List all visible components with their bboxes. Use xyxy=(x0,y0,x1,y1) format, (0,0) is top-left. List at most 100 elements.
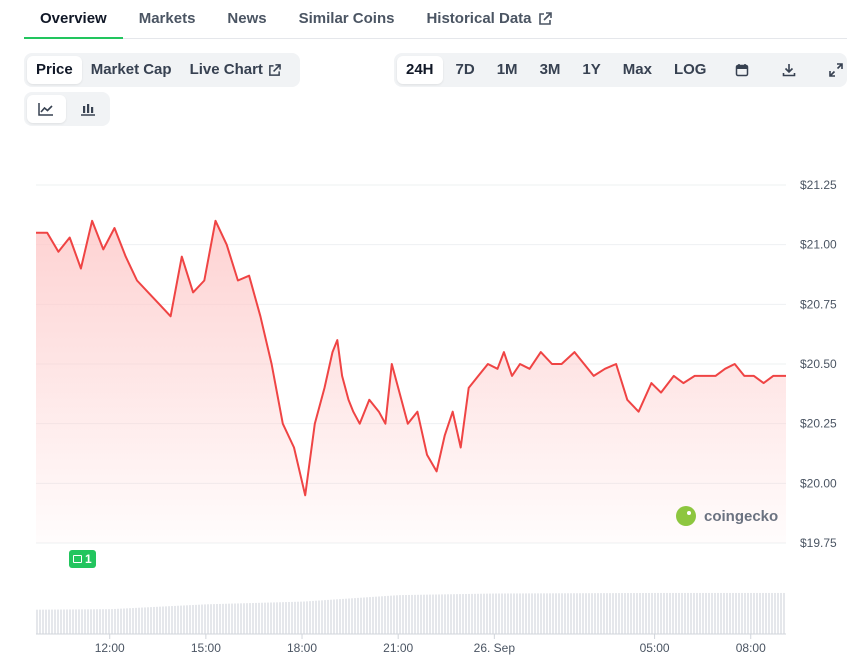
volume-bar xyxy=(576,593,578,634)
tab-historical-data[interactable]: Historical Data xyxy=(410,0,567,38)
volume-bar xyxy=(648,592,650,634)
price-button[interactable]: Price xyxy=(27,56,82,84)
volume-bar xyxy=(696,592,698,634)
volume-bar xyxy=(144,607,146,634)
event-badge[interactable]: 1 xyxy=(69,550,96,568)
volume-bar xyxy=(231,603,233,634)
volume-bar xyxy=(495,593,497,634)
candlestick-button[interactable] xyxy=(69,95,108,123)
volume-bar xyxy=(39,609,41,634)
tab-news[interactable]: News xyxy=(211,0,282,38)
volume-bar xyxy=(303,601,305,634)
volume-bar xyxy=(396,595,398,634)
volume-bar xyxy=(309,601,311,634)
volume-bar xyxy=(486,593,488,634)
log-scale-button[interactable]: LOG xyxy=(665,56,716,84)
tab-similar-coins[interactable]: Similar Coins xyxy=(283,0,411,38)
download-button[interactable] xyxy=(768,56,805,84)
volume-bar xyxy=(750,592,752,634)
range-1m-button[interactable]: 1M xyxy=(488,56,527,84)
y-tick-label: $21.00 xyxy=(800,238,837,252)
volume-bar xyxy=(702,592,704,634)
volume-bar xyxy=(663,592,665,634)
volume-bar xyxy=(357,597,359,634)
volume-bar xyxy=(279,602,281,634)
range-selector: 24H 7D 1M 3M 1Y Max LOG xyxy=(394,53,847,87)
volume-bar xyxy=(234,603,236,634)
range-24h-button[interactable]: 24H xyxy=(397,56,443,84)
volume-bar xyxy=(333,599,335,634)
volume-bar xyxy=(294,601,296,634)
volume-bar xyxy=(693,592,695,634)
x-tick-label: 05:00 xyxy=(640,641,670,655)
tab-overview[interactable]: Overview xyxy=(24,0,123,39)
volume-bar xyxy=(540,593,542,634)
volume-bar xyxy=(315,600,317,634)
volume-bar xyxy=(768,592,770,634)
volume-bar xyxy=(705,592,707,634)
line-chart-button[interactable] xyxy=(27,95,66,123)
range-max-button[interactable]: Max xyxy=(614,56,661,84)
volume-bar xyxy=(162,606,164,634)
x-tick-label: 21:00 xyxy=(383,641,413,655)
volume-bar xyxy=(468,593,470,634)
volume-bar xyxy=(165,606,167,634)
volume-bar xyxy=(288,601,290,634)
tab-bar: Overview Markets News Similar Coins Hist… xyxy=(24,0,847,39)
volume-bar xyxy=(603,593,605,634)
volume-bar xyxy=(588,593,590,634)
volume-bar xyxy=(36,609,38,634)
range-3m-button[interactable]: 3M xyxy=(531,56,570,84)
volume-bar xyxy=(732,592,734,634)
volume-bar xyxy=(741,592,743,634)
volume-bar xyxy=(393,595,395,634)
volume-bar xyxy=(417,594,419,634)
range-7d-button[interactable]: 7D xyxy=(447,56,484,84)
volume-bar xyxy=(60,609,62,634)
volume-bar xyxy=(285,602,287,634)
volume-bar xyxy=(141,607,143,634)
volume-bar xyxy=(597,593,599,634)
volume-bar xyxy=(183,605,185,634)
live-chart-button-label: Live Chart xyxy=(189,61,263,78)
volume-bar xyxy=(198,604,200,634)
event-badge-count: 1 xyxy=(85,552,92,566)
volume-bar xyxy=(675,592,677,634)
volume-bar xyxy=(111,609,113,634)
volume-bar xyxy=(567,593,569,634)
volume-bar xyxy=(312,600,314,634)
volume-bar xyxy=(342,598,344,634)
volume-bar xyxy=(753,592,755,634)
range-24h-label: 24H xyxy=(406,61,434,78)
volume-bar xyxy=(720,592,722,634)
volume-bar xyxy=(351,598,353,634)
volume-bar xyxy=(510,593,512,634)
volume-bar xyxy=(378,596,380,634)
volume-bar xyxy=(84,609,86,634)
volume-bar xyxy=(159,606,161,634)
tab-markets[interactable]: Markets xyxy=(123,0,212,38)
volume-bar xyxy=(573,593,575,634)
price-chart[interactable]: $21.25 $21.00 $20.75 $20.50 $20.25 $20.00 $19.… xyxy=(0,130,847,668)
market-cap-button-label: Market Cap xyxy=(90,61,172,78)
volume-bar xyxy=(699,592,701,634)
market-cap-button[interactable]: Market Cap xyxy=(82,56,181,84)
volume-bar xyxy=(561,593,563,634)
volume-bar xyxy=(264,602,266,634)
chart-type-selector: Price Market Cap Live Chart xyxy=(24,53,300,87)
volume-bar xyxy=(156,606,158,634)
range-1y-button[interactable]: 1Y xyxy=(573,56,609,84)
volume-bar xyxy=(471,593,473,634)
candlestick-icon xyxy=(80,104,95,116)
volume-bar xyxy=(549,593,551,634)
volume-bar xyxy=(381,596,383,634)
volume-bar xyxy=(504,593,506,634)
volume-bar xyxy=(534,593,536,634)
calendar-button[interactable] xyxy=(721,56,758,84)
volume-bar xyxy=(660,592,662,634)
volume-bar xyxy=(123,608,125,634)
live-chart-button[interactable]: Live Chart xyxy=(181,56,290,84)
tab-markets-label: Markets xyxy=(138,10,196,27)
fullscreen-button[interactable] xyxy=(815,56,847,84)
volume-bar xyxy=(525,593,527,634)
